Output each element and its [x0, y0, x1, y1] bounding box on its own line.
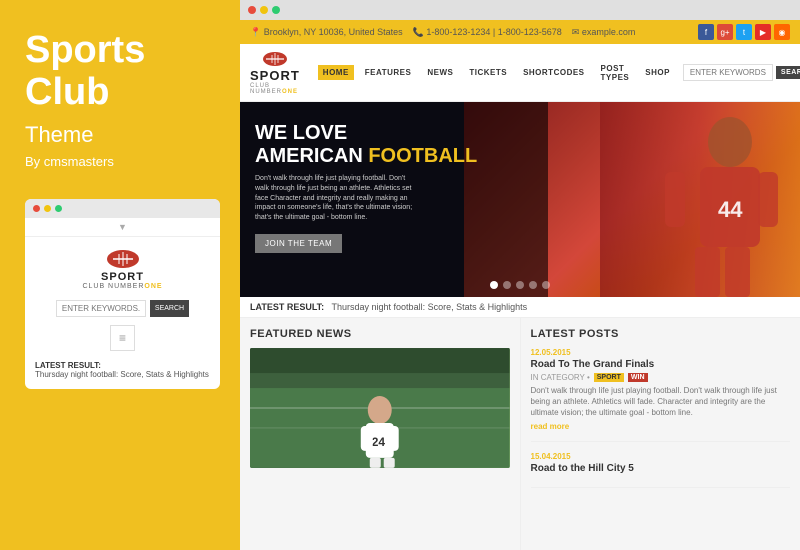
window-chrome: [240, 0, 800, 20]
post-read-more-1[interactable]: read more: [531, 422, 791, 431]
nav-features[interactable]: FEATURES: [360, 65, 417, 80]
carousel-dot-4[interactable]: [529, 281, 537, 289]
carousel-dot-5[interactable]: [542, 281, 550, 289]
mini-dot-green: [55, 205, 62, 212]
rss-icon[interactable]: ◉: [774, 24, 790, 40]
svg-text:24: 24: [372, 435, 386, 449]
featured-news-title: FEATURED NEWS: [250, 328, 510, 340]
nav-shortcodes[interactable]: SHORTCODES: [518, 65, 589, 80]
post-item-1: 12.05.2015 Road To The Grand Finals IN C…: [531, 348, 791, 442]
youtube-icon[interactable]: ▶: [755, 24, 771, 40]
post-tag-win: WIN: [628, 373, 648, 382]
carousel-dot-2[interactable]: [503, 281, 511, 289]
svg-text:44: 44: [718, 197, 743, 222]
post-title-1: Road To The Grand Finals: [531, 359, 791, 370]
featured-news-section: FEATURED NEWS 24: [240, 318, 521, 550]
hero-american-football: AMERICAN FOOTBALL: [255, 145, 477, 168]
subtitle: Theme: [25, 122, 215, 148]
site-logo: SPORT CLUB NUMBERONE: [250, 50, 300, 95]
contact-info: 📍 Brooklyn, NY 10036, United States 📞 1-…: [250, 27, 635, 38]
post-desc-1: Don't walk through life just playing foo…: [531, 385, 791, 419]
nav-search-button[interactable]: SEARCH: [776, 66, 800, 79]
player-image: 44: [600, 102, 800, 297]
chrome-dot-red: [248, 6, 256, 14]
mini-dot-red: [33, 205, 40, 212]
carousel-dot-3[interactable]: [516, 281, 524, 289]
nav-home[interactable]: HOME: [318, 65, 354, 80]
mini-browser: ▼ SPORT CLUB NUMBERONE SEARCH: [25, 199, 220, 389]
chrome-dot-green: [272, 6, 280, 14]
mini-menu-icon: ≡: [110, 325, 135, 351]
left-panel: Sports Club Theme By cmsmasters ▼: [0, 0, 240, 550]
post-item-2: 15.04.2015 Road to the Hill City 5: [531, 452, 791, 488]
post-title-2: Road to the Hill City 5: [531, 463, 791, 474]
carousel-dot-1[interactable]: [490, 281, 498, 289]
mini-latest-result: LATEST RESULT: Thursday night football: …: [35, 361, 210, 379]
location: 📍 Brooklyn, NY 10036, United States: [250, 27, 403, 38]
chrome-dot-yellow: [260, 6, 268, 14]
latest-result-text: Thursday night football: Score, Stats & …: [332, 302, 528, 312]
logo-football-icon: [261, 50, 289, 68]
main-title: Sports Club: [25, 30, 215, 114]
phone: 📞 1-800-123-1234 | 1-800-123-5678: [413, 27, 562, 38]
nav-news[interactable]: NEWS: [422, 65, 458, 80]
mini-search-input[interactable]: [56, 300, 146, 317]
twitter-icon[interactable]: t: [736, 24, 752, 40]
hero-text: WE LOVE AMERICAN FOOTBALL Don't walk thr…: [255, 122, 477, 253]
mini-logo-sub: CLUB NUMBERONE: [82, 283, 162, 290]
latest-result-label: LATEST RESULT:: [250, 302, 324, 312]
nav-logo-text: SPORT: [250, 68, 300, 83]
mini-dot-yellow: [44, 205, 51, 212]
nav-bar: SPORT CLUB NUMBERONE HOME FEATURES NEWS …: [240, 44, 800, 102]
nav-post-types[interactable]: POST TYPES: [596, 61, 635, 85]
mini-logo: SPORT CLUB NUMBERONE: [82, 247, 162, 290]
nav-shop[interactable]: SHOP: [640, 65, 675, 80]
hero-carousel-dots: [490, 281, 550, 289]
latest-posts-title: LATEST POSTS: [531, 328, 791, 340]
author: By cmsmasters: [25, 154, 215, 169]
mini-search-row: SEARCH: [56, 300, 189, 317]
nav-menu: HOME FEATURES NEWS TICKETS SHORTCODES PO…: [318, 61, 675, 85]
hero-we-love: WE LOVE: [255, 122, 477, 145]
googleplus-icon[interactable]: g+: [717, 24, 733, 40]
social-icons: f g+ t ▶ ◉: [698, 24, 790, 40]
mini-dropdown: ▼: [25, 218, 220, 237]
post-tag-sport: SPORT: [594, 373, 624, 382]
post-date-1: 12.05.2015: [531, 348, 791, 357]
bottom-section: FEATURED NEWS 24: [240, 318, 800, 550]
nav-logo-sub: CLUB NUMBERONE: [250, 83, 300, 95]
facebook-icon[interactable]: f: [698, 24, 714, 40]
hero-description: Don't walk through life just playing foo…: [255, 174, 415, 223]
latest-result-bar: LATEST RESULT: Thursday night football: …: [240, 297, 800, 318]
mini-titlebar: [25, 199, 220, 218]
join-team-button[interactable]: JOIN THE TEAM: [255, 234, 342, 253]
post-meta-1: IN CATEGORY • SPORT WIN: [531, 373, 791, 382]
football-icon: [105, 247, 141, 271]
nav-search-input[interactable]: [683, 64, 773, 81]
mini-logo-sport: SPORT: [101, 271, 144, 283]
nav-search: SEARCH 🛒: [683, 63, 800, 82]
featured-image-svg: 24: [250, 348, 510, 468]
post-date-2: 15.04.2015: [531, 452, 791, 461]
email: ✉ example.com: [572, 27, 636, 38]
mini-search-button[interactable]: SEARCH: [150, 300, 189, 317]
main-browser: 📍 Brooklyn, NY 10036, United States 📞 1-…: [240, 0, 800, 550]
mini-body: SPORT CLUB NUMBERONE SEARCH ≡ LATEST RES…: [25, 237, 220, 389]
hero-section: 44 WE LOVE AMERICAN FOOTBALL Don't walk …: [240, 102, 800, 297]
latest-posts-section: LATEST POSTS 12.05.2015 Road To The Gran…: [521, 318, 800, 550]
nav-tickets[interactable]: TICKETS: [464, 65, 512, 80]
featured-news-image: 24: [250, 348, 510, 468]
info-bar: 📍 Brooklyn, NY 10036, United States 📞 1-…: [240, 20, 800, 44]
